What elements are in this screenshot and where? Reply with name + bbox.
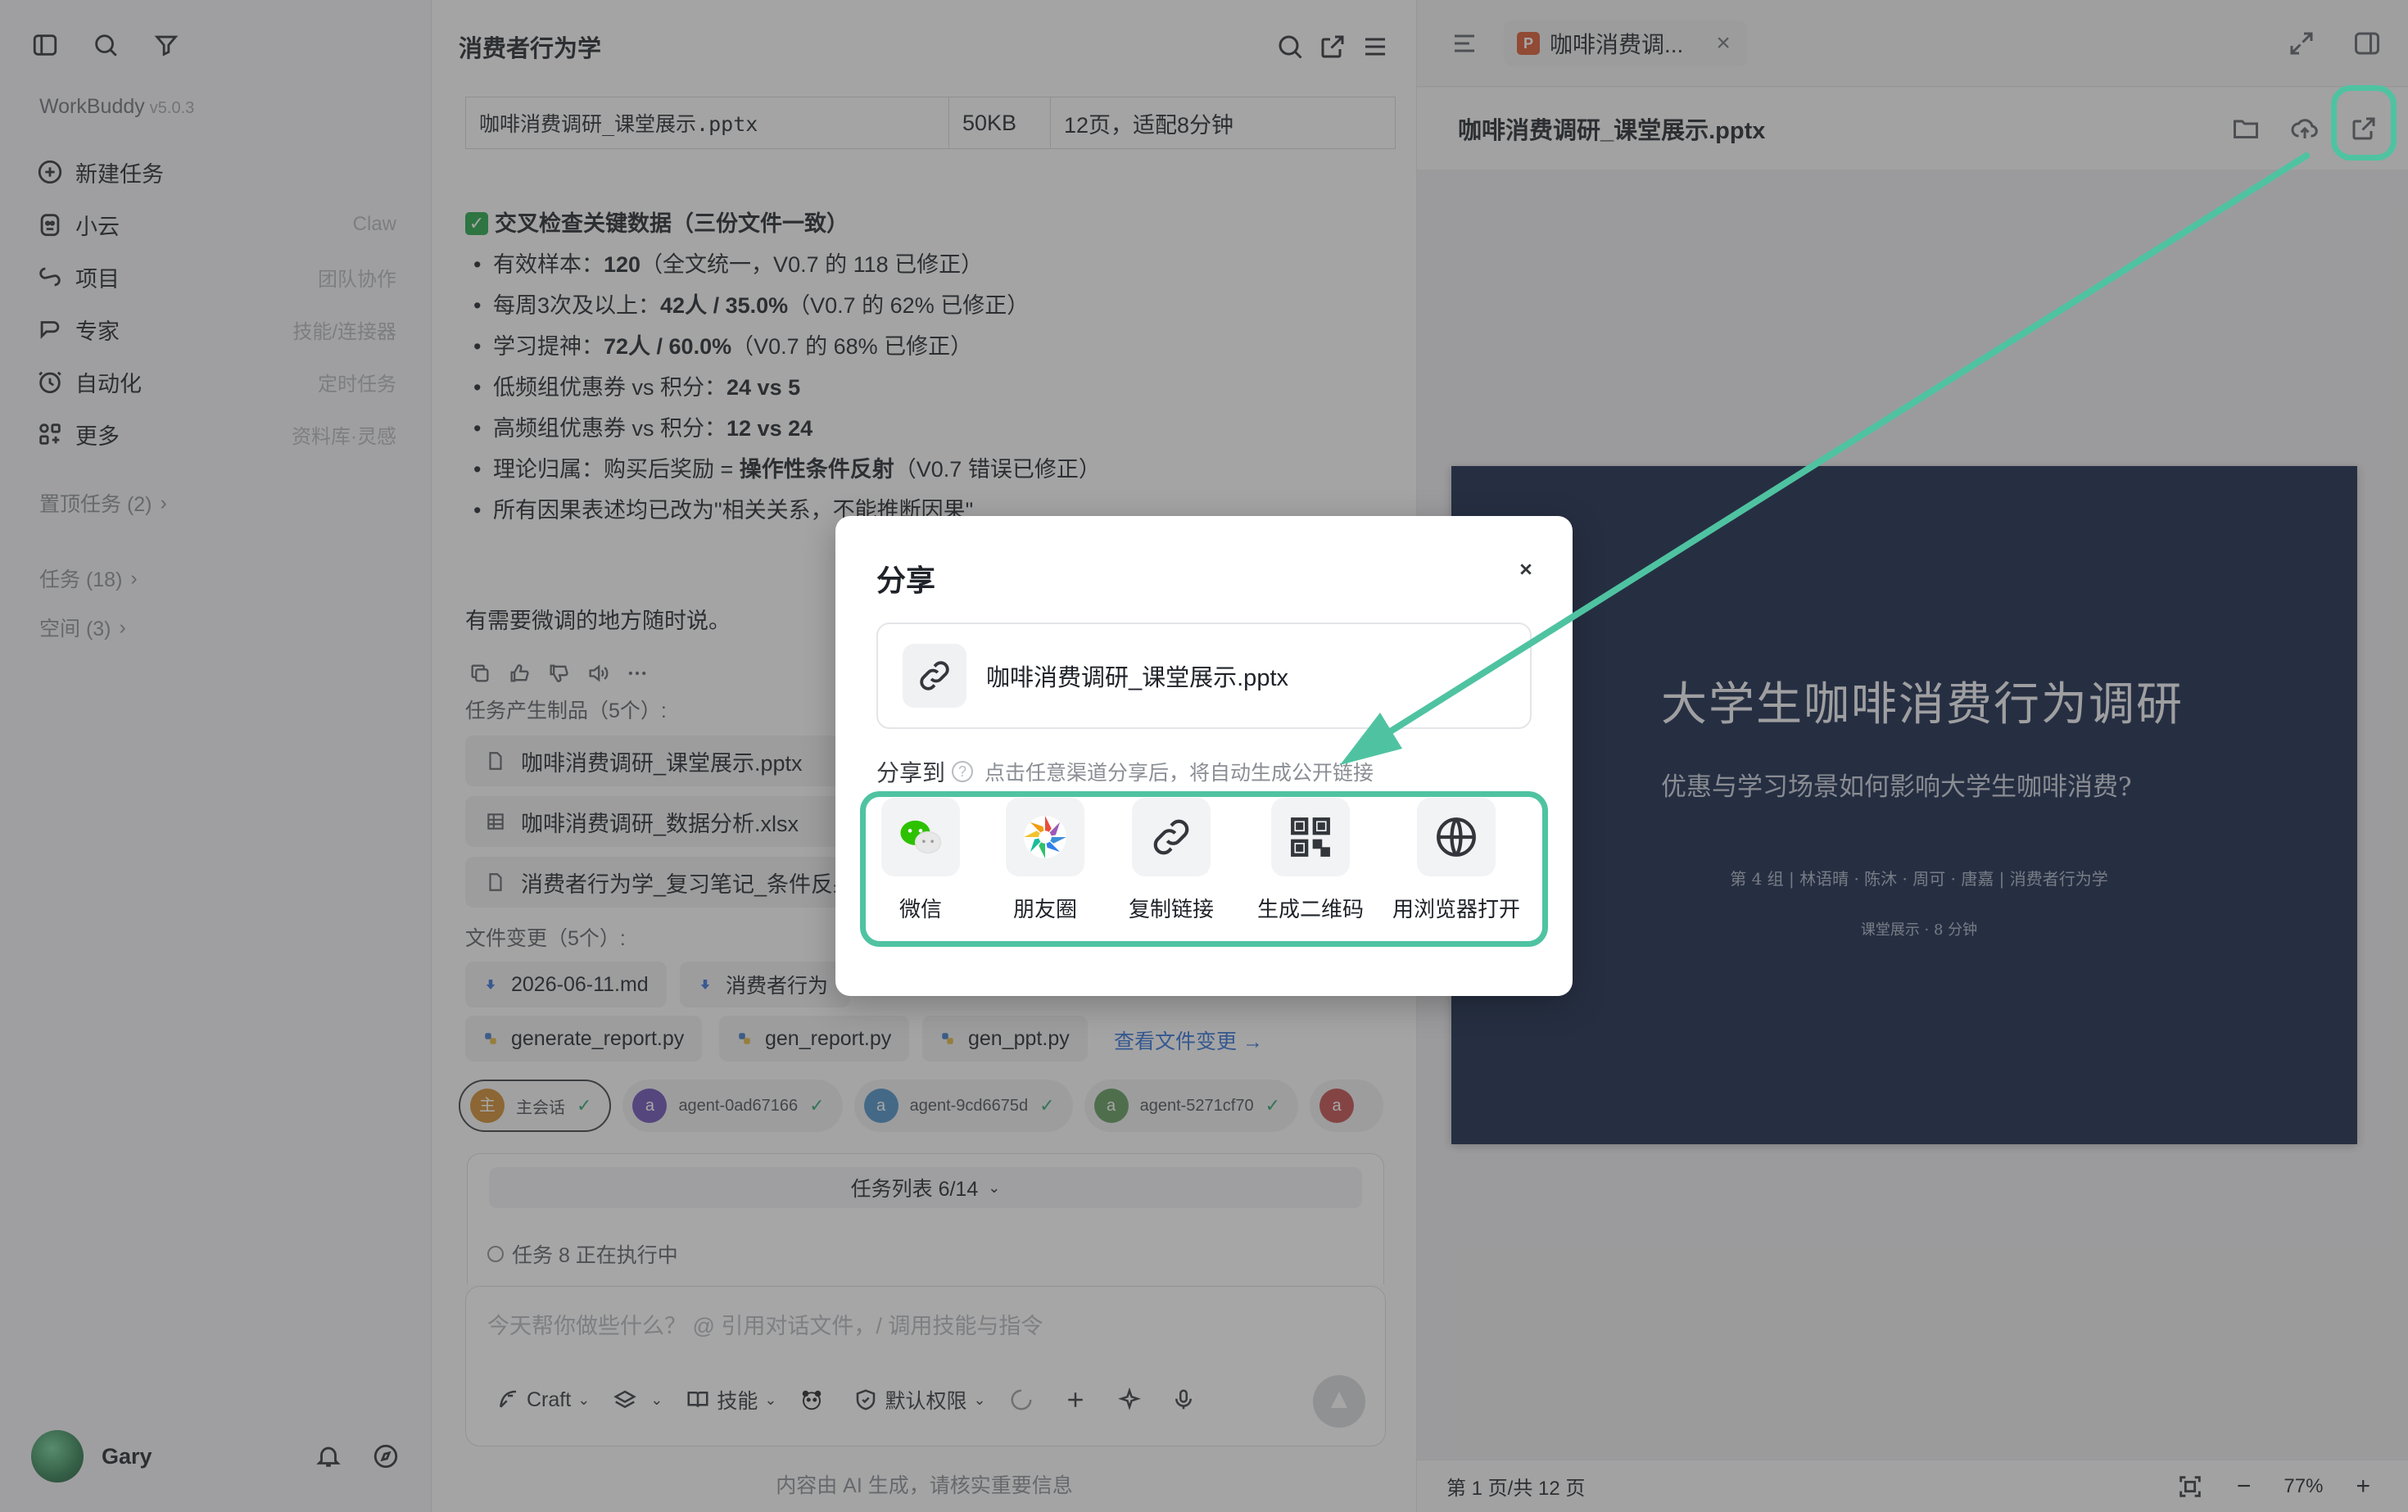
- share-to-label: 分享到: [876, 760, 946, 785]
- close-icon[interactable]: [1512, 555, 1540, 583]
- help-icon[interactable]: ?: [952, 761, 974, 782]
- share-file-name: 咖啡消费调研_课堂展示.pptx: [986, 665, 1288, 691]
- share-file-card: 咖啡消费调研_课堂展示.pptx: [876, 622, 1532, 729]
- dialog-title: 分享: [876, 564, 936, 597]
- link-icon: [903, 644, 966, 708]
- share-button-highlight: [2331, 85, 2397, 161]
- share-tip: 点击任意渠道分享后，将自动生成公开链接: [984, 762, 1374, 785]
- channels-highlight: [860, 791, 1548, 947]
